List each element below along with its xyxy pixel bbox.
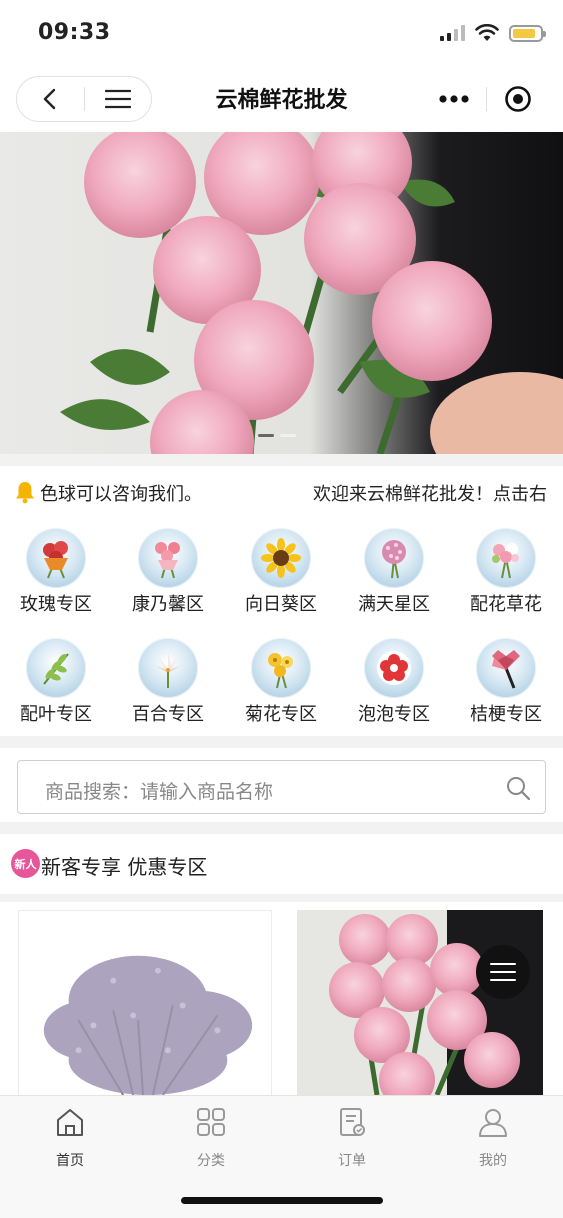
tab-home[interactable]: 首页 xyxy=(0,1104,140,1170)
tab-label: 首页 xyxy=(56,1153,84,1169)
search-icon[interactable] xyxy=(505,775,531,801)
category-item-mixed-flowers[interactable]: 配花草花 xyxy=(450,524,562,628)
category-item-sunflower[interactable]: 向日葵区 xyxy=(225,524,337,628)
lily-icon xyxy=(138,638,198,698)
more-button[interactable] xyxy=(423,76,486,122)
divider xyxy=(0,894,563,902)
tab-label: 分类 xyxy=(197,1153,225,1169)
status-icons xyxy=(440,24,546,42)
category-item-carnation[interactable]: 康乃馨区 xyxy=(112,524,224,628)
divider xyxy=(0,454,563,466)
category-label: 泡泡专区 xyxy=(358,704,430,725)
category-item-foliage[interactable]: 配叶专区 xyxy=(0,634,112,738)
bellflower-icon xyxy=(476,638,536,698)
carnation-bouquet-icon xyxy=(138,528,198,588)
battery-level xyxy=(513,28,536,38)
category-label: 向日葵区 xyxy=(245,594,317,615)
category-item-bubble[interactable]: 泡泡专区 xyxy=(338,634,450,738)
search-placeholder: 商品搜索：请输入商品名称 xyxy=(45,781,274,803)
carousel-dot[interactable] xyxy=(258,434,274,437)
tab-category[interactable]: 分类 xyxy=(141,1104,281,1170)
category-grid: 玫瑰专区 康乃馨区 向日葵区 满天星区 配花草花 配叶专区 百合专区 菊花专区 … xyxy=(0,524,563,736)
category-label: 配叶专区 xyxy=(20,704,92,725)
divider xyxy=(0,736,563,748)
home-icon xyxy=(57,1109,83,1136)
chrysanthemum-icon xyxy=(251,638,311,698)
home-indicator xyxy=(181,1197,383,1204)
search-input[interactable]: 商品搜索：请输入商品名称 xyxy=(17,760,546,814)
category-label: 配花草花 xyxy=(470,594,542,615)
tab-label: 我的 xyxy=(479,1153,507,1169)
babys-breath-icon xyxy=(364,528,424,588)
new-user-badge: 新人 xyxy=(11,849,40,878)
category-label: 康乃馨区 xyxy=(132,594,204,615)
category-label: 满天星区 xyxy=(358,594,430,615)
target-icon xyxy=(504,86,531,112)
category-label: 菊花专区 xyxy=(245,704,317,725)
category-item-bellflower[interactable]: 桔梗专区 xyxy=(450,634,562,738)
more-dots-icon xyxy=(439,95,469,103)
cellular-signal-icon xyxy=(440,25,465,41)
category-label: 百合专区 xyxy=(132,704,204,725)
carousel-indicator[interactable] xyxy=(258,434,296,437)
foliage-icon xyxy=(26,638,86,698)
sunflower-icon xyxy=(251,528,311,588)
battery-icon xyxy=(509,24,546,42)
status-bar: 09:33 xyxy=(0,0,563,66)
menu-button[interactable] xyxy=(85,77,152,121)
category-item-chrysanthemum[interactable]: 菊花专区 xyxy=(225,634,337,738)
tab-me[interactable]: 我的 xyxy=(423,1104,563,1170)
nav-bar: 云棉鲜花批发 xyxy=(0,66,563,132)
wifi-icon xyxy=(475,24,499,41)
close-miniprogram-button[interactable] xyxy=(487,76,550,122)
tab-orders[interactable]: 订单 xyxy=(282,1104,422,1170)
nav-capsule-right xyxy=(423,76,549,122)
tab-label: 订单 xyxy=(338,1153,366,1169)
user-icon xyxy=(479,1109,507,1137)
mixed-flowers-icon xyxy=(476,528,536,588)
notice-bar[interactable]: 色球可以咨询我们。 欢迎来云棉鲜花批发！点击右 xyxy=(0,466,563,518)
status-time: 09:33 xyxy=(38,20,111,45)
back-button[interactable] xyxy=(17,77,84,121)
notice-text: 色球可以咨询我们。 xyxy=(40,484,202,505)
carousel-dot[interactable] xyxy=(280,434,296,437)
notice-text-scroll: 欢迎来云棉鲜花批发！点击右 xyxy=(313,484,547,505)
pink-pompom-flowers-image xyxy=(60,132,563,454)
product-card[interactable] xyxy=(297,910,543,1095)
hamburger-icon xyxy=(490,963,516,981)
divider xyxy=(0,822,563,834)
rose-bouquet-icon xyxy=(26,528,86,588)
banner-carousel[interactable] xyxy=(0,132,563,454)
floating-menu-button[interactable] xyxy=(476,945,530,999)
section-title: 新客专享 优惠专区 xyxy=(41,855,208,879)
category-item-lily[interactable]: 百合专区 xyxy=(112,634,224,738)
category-item-rose[interactable]: 玫瑰专区 xyxy=(0,524,112,628)
nav-capsule-left xyxy=(16,76,152,122)
product-image-limonium xyxy=(19,911,271,1095)
category-label: 玫瑰专区 xyxy=(20,594,92,615)
hamburger-icon xyxy=(104,89,131,109)
category-item-babys-breath[interactable]: 满天星区 xyxy=(338,524,450,628)
category-label: 桔梗专区 xyxy=(470,704,542,725)
grid-icon xyxy=(197,1108,225,1136)
product-image-pompom xyxy=(297,910,543,1095)
new-customer-section-header[interactable]: 新人 新客专享 优惠专区 xyxy=(0,834,563,894)
bubble-flower-icon xyxy=(364,638,424,698)
order-icon xyxy=(340,1108,365,1136)
back-arrow-icon xyxy=(44,88,56,110)
bell-icon xyxy=(16,482,34,504)
product-card[interactable] xyxy=(18,910,272,1095)
